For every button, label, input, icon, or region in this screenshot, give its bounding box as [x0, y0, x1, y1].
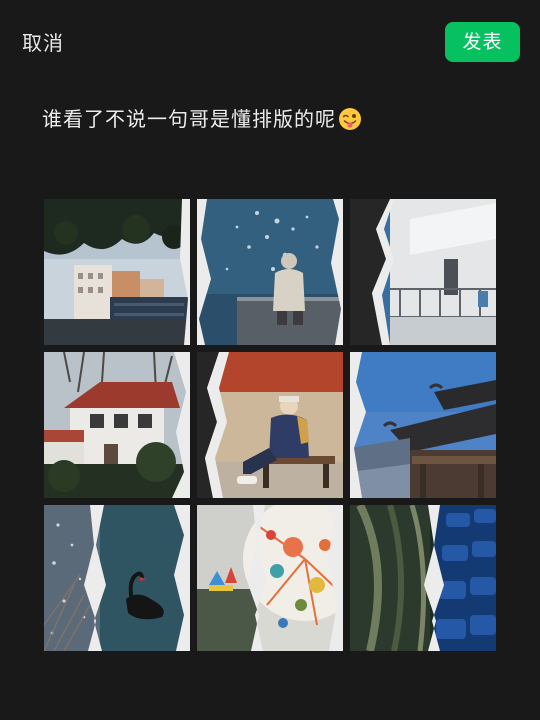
photo-thumbnail-8[interactable]	[197, 505, 343, 651]
photo-thumbnail-4[interactable]	[44, 352, 190, 498]
photo-thumbnail-1[interactable]	[44, 199, 190, 345]
moments-post-editor: 取消 发表 谁看了不说一句哥是懂排版的呢	[0, 0, 540, 720]
post-caption[interactable]: 谁看了不说一句哥是懂排版的呢	[42, 103, 362, 140]
caption-text: 谁看了不说一句哥是懂排版的呢	[42, 107, 336, 131]
cancel-button[interactable]: 取消	[22, 28, 64, 58]
photo-thumbnail-5[interactable]	[197, 352, 343, 498]
photo-thumbnail-7[interactable]	[44, 505, 190, 651]
photo-thumbnail-3[interactable]	[350, 199, 496, 345]
photo-thumbnail-9[interactable]	[350, 505, 496, 651]
publish-button[interactable]: 发表	[445, 22, 520, 62]
photo-thumbnail-2[interactable]	[197, 199, 343, 345]
photo-thumbnail-6[interactable]	[350, 352, 496, 498]
winking-face-with-tongue-icon	[338, 107, 362, 140]
photo-grid	[44, 199, 496, 651]
